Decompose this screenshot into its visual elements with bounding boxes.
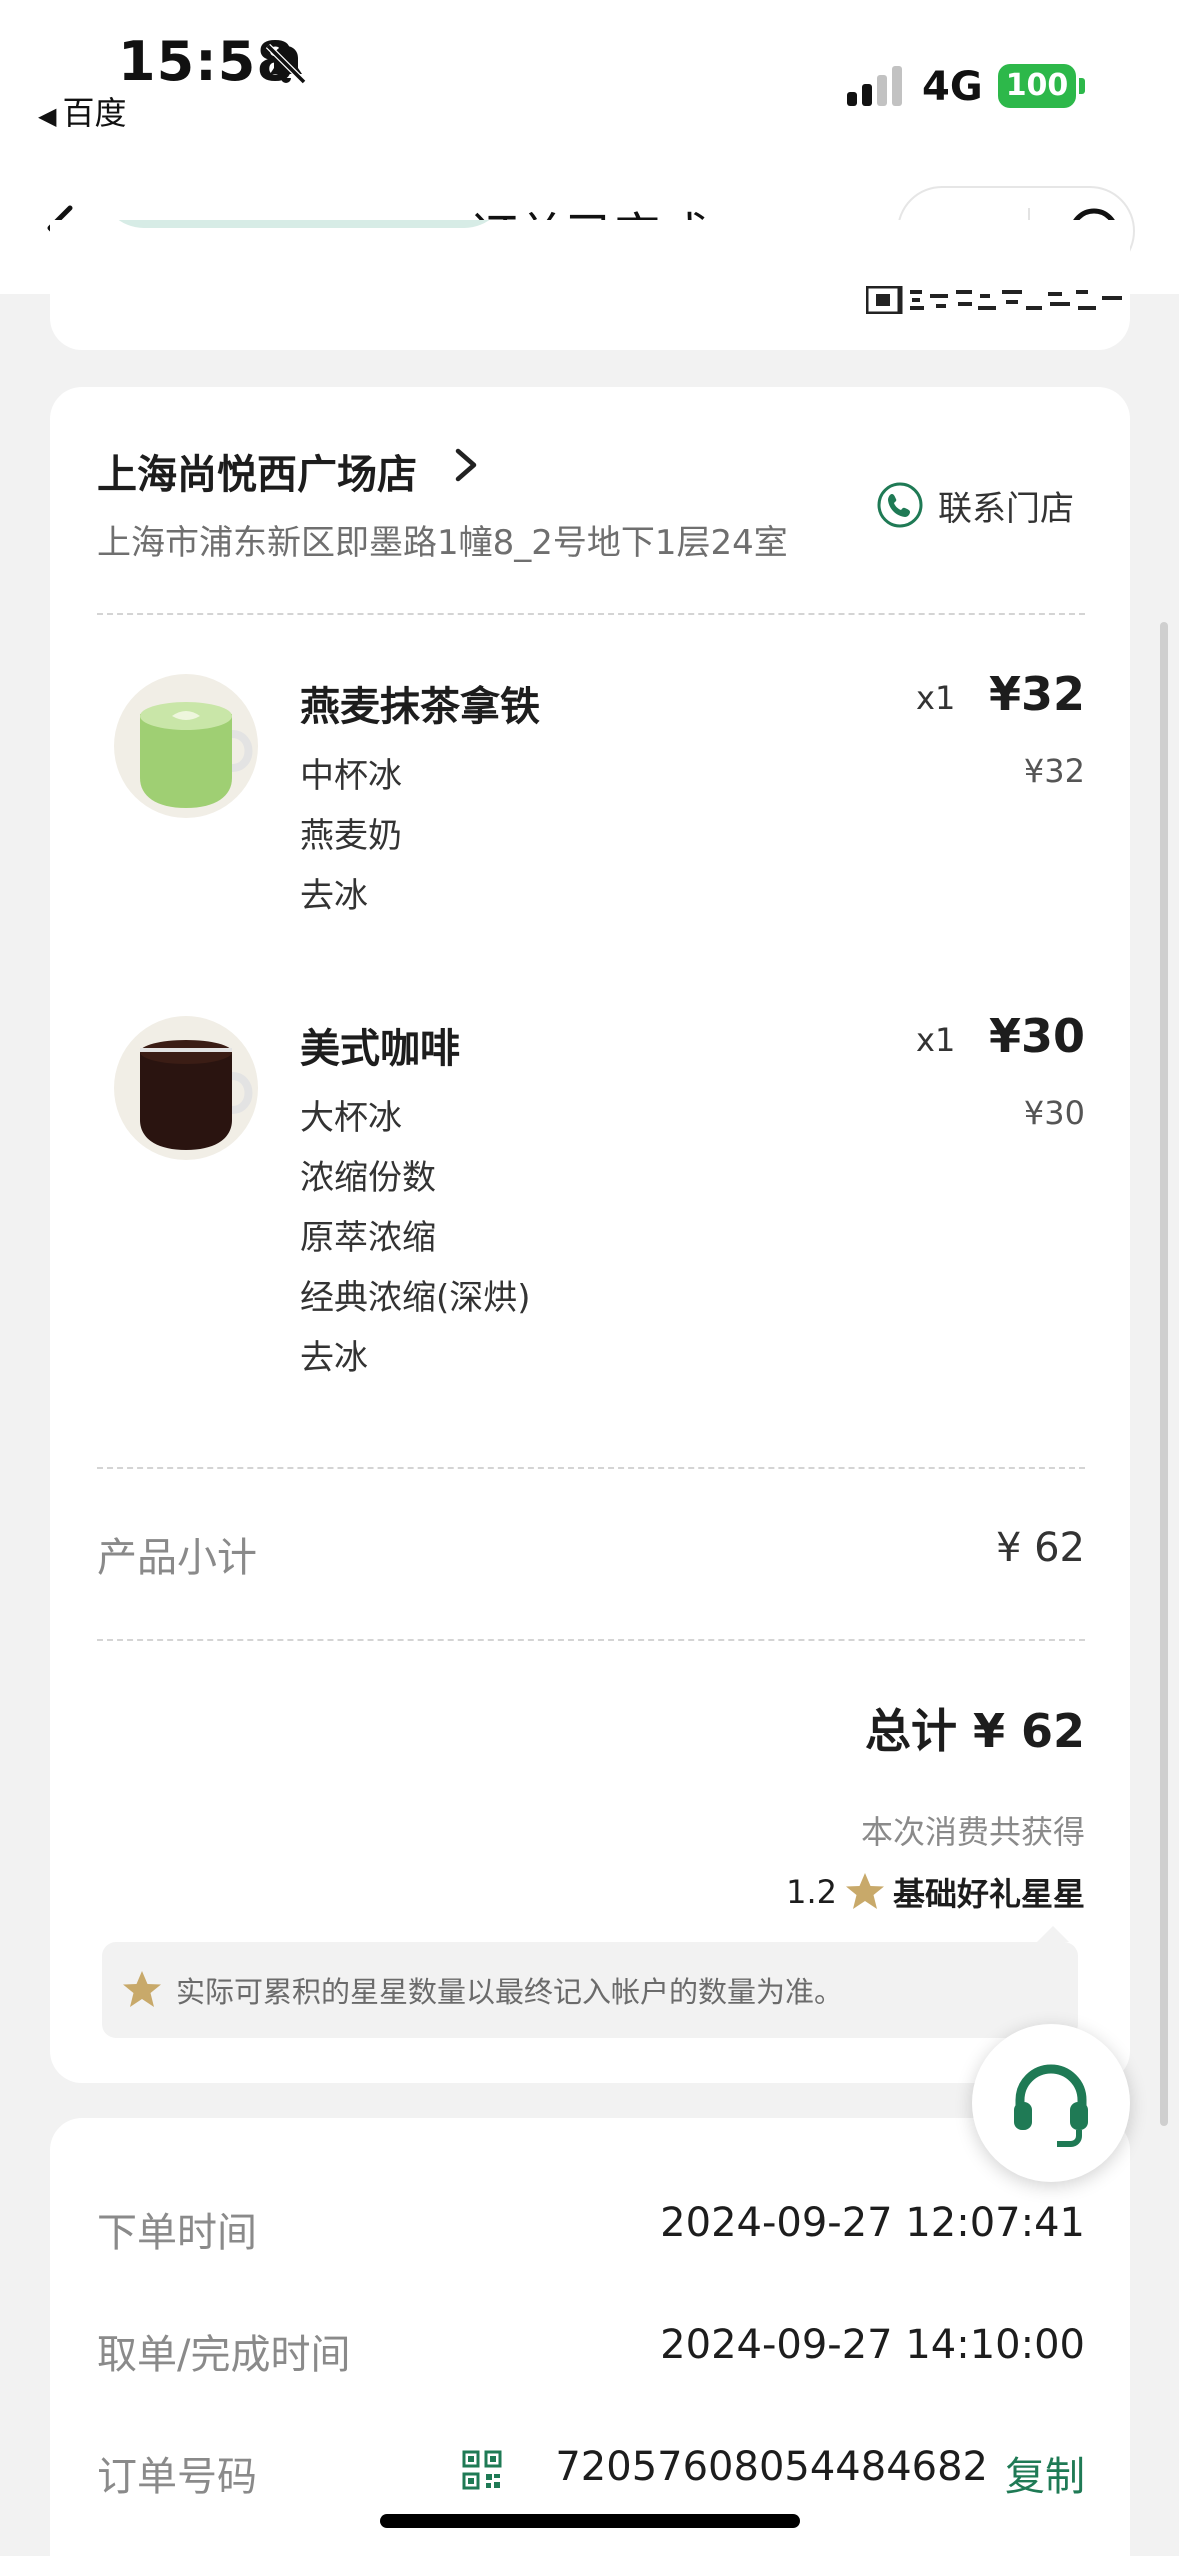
order-time-value: 2024-09-27 12:07:41 bbox=[660, 2200, 1085, 2246]
order-time-label: 下单时间 bbox=[97, 2210, 257, 2256]
stars-earned-row: 1.2 基础好礼星星 bbox=[786, 1867, 1085, 1917]
item-name: 燕麦抹茶拿铁 bbox=[300, 684, 540, 730]
status-pill bbox=[100, 220, 508, 228]
item-option: 去冰 bbox=[300, 876, 368, 916]
order-total: 总计 ¥ 62 bbox=[864, 1704, 1085, 1758]
star-icon bbox=[845, 1873, 884, 1909]
matcha-latte-image bbox=[114, 674, 258, 818]
battery-cap bbox=[1079, 78, 1085, 94]
store-name[interactable]: 上海尚悦西广场店 bbox=[97, 442, 417, 500]
order-card: 上海尚悦西广场店 上海市浦东新区即墨路1幢8_2号地下1层24室 联系门店 燕麦… bbox=[50, 387, 1130, 2083]
contact-store-button[interactable]: 联系门店 bbox=[876, 475, 1074, 535]
back-app-label: 百度 bbox=[62, 94, 127, 132]
notice-text: 实际可累积的星星数量以最终记入帐户的数量为准。 bbox=[176, 1975, 844, 2009]
stars-earned-label: 本次消费共获得 bbox=[860, 1813, 1085, 1851]
back-triangle-icon: ◀ bbox=[38, 102, 57, 130]
battery-indicator: 100 bbox=[998, 64, 1076, 108]
item-option: 去冰 bbox=[300, 1338, 368, 1378]
item-quantity: x1 bbox=[916, 679, 956, 717]
barcode-icon bbox=[866, 286, 1122, 314]
item-price: ¥32 bbox=[988, 667, 1085, 721]
order-number-value: 72057608054484682 bbox=[555, 2444, 988, 2490]
complete-time-value: 2024-09-27 14:10:00 bbox=[660, 2322, 1085, 2368]
item-option: 燕麦奶 bbox=[300, 816, 402, 856]
contact-store-label: 联系门店 bbox=[938, 488, 1074, 529]
chevron-right-icon[interactable] bbox=[448, 443, 484, 487]
scrollbar[interactable] bbox=[1160, 622, 1168, 2126]
phone-icon bbox=[877, 482, 923, 528]
divider bbox=[97, 1639, 1085, 1641]
pickup-code-card bbox=[50, 220, 1130, 350]
qr-code-icon[interactable] bbox=[462, 2450, 502, 2490]
item-unit-price: ¥32 bbox=[1023, 752, 1085, 790]
back-to-app-link[interactable]: ◀ 百度 bbox=[38, 88, 126, 134]
item-name: 美式咖啡 bbox=[300, 1026, 460, 1072]
signal-icon bbox=[847, 66, 902, 106]
item-option: 大杯冰 bbox=[300, 1098, 402, 1138]
status-bar: 15:58 ◀ 百度 4G 100 bbox=[0, 0, 1179, 170]
item-option: 经典浓缩(深烘) bbox=[300, 1278, 531, 1318]
network-type: 4G bbox=[922, 64, 983, 110]
stars-notice: 实际可累积的星星数量以最终记入帐户的数量为准。 bbox=[102, 1926, 1078, 2038]
divider bbox=[97, 1467, 1085, 1469]
stars-type-label: 基础好礼星星 bbox=[892, 1875, 1085, 1913]
order-detail-page: 15:58 ◀百度 4G 100 订单已完成 bbox=[0, 0, 1179, 2556]
headset-icon bbox=[1014, 2064, 1088, 2147]
divider bbox=[97, 613, 1085, 615]
item-unit-price: ¥30 bbox=[1023, 1094, 1085, 1132]
star-icon bbox=[123, 1971, 161, 2007]
bell-muted-icon bbox=[265, 43, 307, 85]
item-option: 中杯冰 bbox=[300, 756, 402, 796]
complete-time-label: 取单/完成时间 bbox=[97, 2332, 351, 2378]
item-option: 原萃浓缩 bbox=[300, 1218, 436, 1258]
order-info-card: 下单时间 2024-09-27 12:07:41 取单/完成时间 2024-09… bbox=[50, 2118, 1130, 2556]
order-number-label: 订单号码 bbox=[97, 2454, 257, 2500]
store-address: 上海市浦东新区即墨路1幢8_2号地下1层24室 bbox=[97, 523, 788, 563]
item-price: ¥30 bbox=[988, 1009, 1085, 1063]
subtotal-label: 产品小计 bbox=[97, 1535, 257, 1581]
copy-order-number-button[interactable]: 复制 bbox=[1005, 2444, 1085, 2502]
americano-image bbox=[114, 1016, 258, 1160]
notice-pointer bbox=[1037, 1926, 1069, 1942]
item-option: 浓缩份数 bbox=[300, 1158, 436, 1198]
stars-count: 1.2 bbox=[786, 1873, 837, 1911]
item-quantity: x1 bbox=[916, 1021, 956, 1059]
customer-service-button[interactable] bbox=[972, 2024, 1130, 2182]
subtotal-value: ¥ 62 bbox=[995, 1525, 1085, 1571]
home-indicator[interactable] bbox=[380, 2514, 800, 2528]
